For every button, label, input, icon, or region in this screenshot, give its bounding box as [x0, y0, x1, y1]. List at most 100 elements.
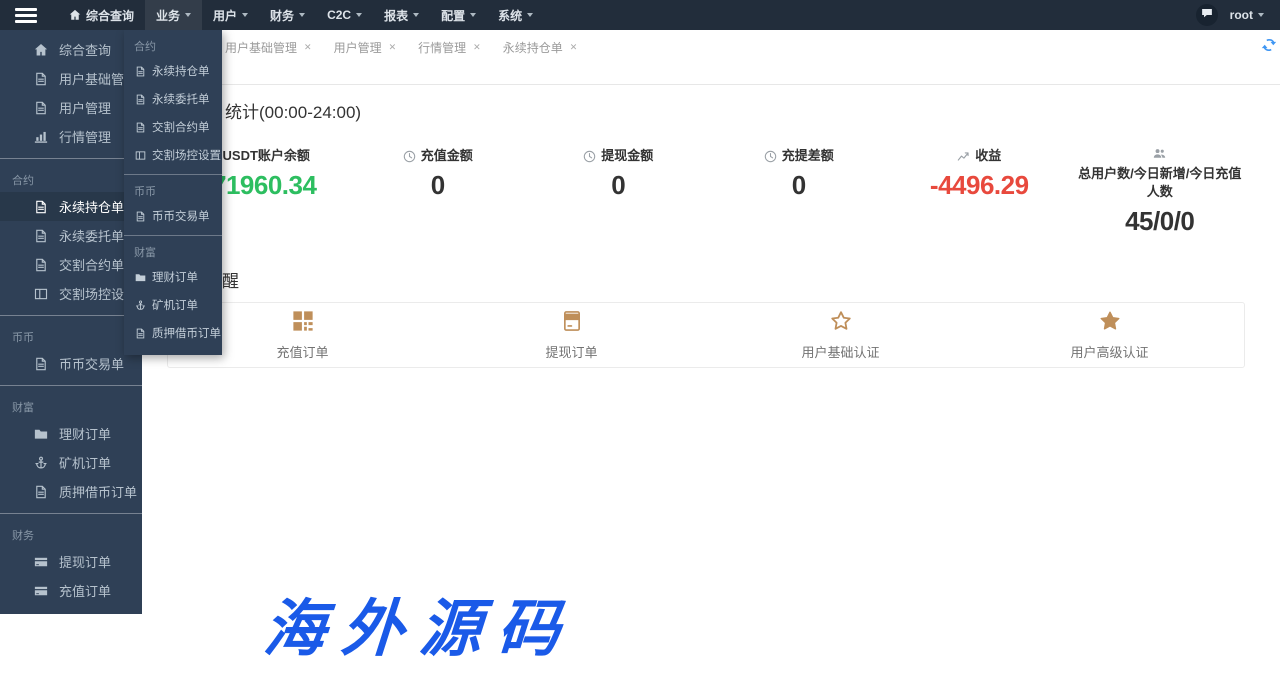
anchor-icon — [33, 456, 48, 470]
sidebar-item[interactable]: 交割合约单 — [0, 250, 142, 279]
sidebar-item[interactable]: 提现订单 — [0, 547, 142, 576]
sidebar-group-4: 财务提现订单充值订单 — [0, 513, 142, 612]
nav-item-2[interactable]: 用户 — [202, 0, 259, 30]
sidebar-item[interactable]: 币币交易单 — [0, 349, 142, 378]
sidebar-group-0: 综合查询用户基础管理用户管理行情管理 — [0, 30, 142, 158]
nav-item-6[interactable]: 配置 — [430, 0, 487, 30]
star-outline-icon — [830, 310, 852, 332]
sidebar-item[interactable]: 充值订单 — [0, 576, 142, 605]
sidebar-item[interactable]: 行情管理 — [0, 122, 142, 151]
dropdown-item[interactable]: 质押借币订单 — [124, 319, 222, 347]
stat-label: 总用户数/今日新增/今日充值人数 — [1070, 147, 1251, 201]
nav-item-label: 系统 — [498, 7, 522, 24]
shortcut-label: 提现订单 — [437, 342, 706, 361]
nav-item-1[interactable]: 业务 — [145, 0, 202, 30]
tab[interactable]: 行情管理 ✕ — [418, 39, 481, 56]
sidebar-group-3: 财富理财订单矿机订单质押借币订单 — [0, 385, 142, 513]
folder-icon — [134, 272, 146, 283]
chevron-down-icon — [242, 13, 248, 17]
columns-icon — [33, 287, 48, 301]
sidebar-item[interactable]: 永续委托单 — [0, 221, 142, 250]
nav-item-label: 财务 — [270, 7, 294, 24]
sidebar-item[interactable]: 交割场控设置 — [0, 279, 142, 308]
stat-label: 充提差额 — [709, 147, 890, 165]
chevron-down-icon — [1258, 13, 1264, 17]
close-icon[interactable]: ✕ — [570, 43, 578, 52]
nav-item-label: C2C — [327, 8, 351, 22]
shortcut-label: 用户高级认证 — [975, 342, 1244, 361]
dropdown-item[interactable]: 永续委托单 — [124, 85, 222, 113]
shortcut-item[interactable]: 提现订单 — [437, 310, 706, 361]
stat-label: 收益 — [889, 147, 1070, 165]
nav-item-label: 综合查询 — [86, 7, 134, 24]
user-menu[interactable]: root — [1230, 8, 1264, 22]
dropdown-group-1: 币币币币交易单 — [124, 174, 222, 235]
close-icon[interactable]: ✕ — [389, 43, 397, 52]
shortcut-label: 用户基础认证 — [706, 342, 975, 361]
stat-label: 充值金额 — [348, 147, 529, 165]
sidebar-toggle-button[interactable] — [0, 0, 52, 30]
file-icon — [33, 485, 48, 499]
dropdown-item-label: 永续持仓单 — [152, 63, 210, 79]
sidebar-item-label: 提现订单 — [59, 552, 111, 571]
file-icon — [134, 66, 146, 77]
top-navbar: 综合查询 业务 用户财务 C2C 报表 配置系统 root — [0, 0, 1280, 30]
sidebar-item-label: 充值订单 — [59, 581, 111, 600]
file-icon — [134, 211, 146, 222]
nav-item-7[interactable]: 系统 — [487, 0, 544, 30]
dropdown-item-label: 质押借币订单 — [152, 325, 221, 341]
shortcut-panel: 充值订单提现订单用户基础认证用户高级认证 — [167, 302, 1245, 368]
sidebar-item[interactable]: 理财订单 — [0, 419, 142, 448]
dropdown-item[interactable]: 交割场控设置 — [124, 141, 222, 169]
sidebar-group-label: 财富 — [0, 391, 142, 419]
nav-item-3[interactable]: 财务 — [259, 0, 316, 30]
dropdown-group-label: 合约 — [124, 31, 222, 57]
tab[interactable]: 永续持仓单✕ — [503, 39, 578, 56]
file-icon — [33, 200, 48, 214]
nav-item-4[interactable]: C2C — [316, 0, 373, 30]
refresh-icon — [1261, 40, 1277, 57]
dropdown-group-label: 币币 — [124, 176, 222, 202]
close-icon[interactable]: ✕ — [473, 43, 481, 52]
dropdown-item-label: 币币交易单 — [152, 208, 210, 224]
dropdown-item[interactable]: 币币交易单 — [124, 202, 222, 230]
tab-label: 行情管理 — [418, 39, 466, 56]
stat-label: 提现金额 — [528, 147, 709, 165]
close-icon[interactable]: ✕ — [304, 43, 312, 52]
card-icon — [33, 584, 48, 598]
nav-item-0[interactable]: 综合查询 — [58, 0, 145, 30]
shortcut-item[interactable]: 用户基础认证 — [706, 310, 975, 361]
tab-label: 用户基础管理 — [225, 39, 297, 56]
sidebar-item[interactable]: 永续持仓单 — [0, 192, 142, 221]
file-icon — [134, 122, 146, 133]
refresh-button[interactable] — [1261, 37, 1277, 53]
dropdown-item[interactable]: 永续持仓单 — [124, 57, 222, 85]
hamburger-icon — [15, 14, 37, 17]
dropdown-item[interactable]: 理财订单 — [124, 263, 222, 291]
shortcut-item[interactable]: 用户高级认证 — [975, 310, 1244, 361]
sidebar-item[interactable]: 用户基础管理 — [0, 64, 142, 93]
tab[interactable]: 用户基础管理 ✕ — [225, 39, 312, 56]
nav-item-label: 业务 — [156, 7, 180, 24]
dropdown-item-label: 永续委托单 — [152, 91, 210, 107]
stat-value: 0 — [348, 170, 529, 201]
home-icon — [69, 9, 81, 21]
nav-item-label: 报表 — [384, 7, 408, 24]
sidebar-item[interactable]: 质押借币订单 — [0, 477, 142, 506]
sidebar-group-1: 合约永续持仓单永续委托单交割合约单交割场控设置 — [0, 158, 142, 315]
sidebar-item[interactable]: 用户管理 — [0, 93, 142, 122]
dropdown-item[interactable]: 矿机订单 — [124, 291, 222, 319]
qrcode-icon — [292, 310, 314, 332]
chat-icon — [1201, 6, 1213, 24]
messages-button[interactable] — [1196, 4, 1218, 26]
nav-item-5[interactable]: 报表 — [373, 0, 430, 30]
dropdown-item[interactable]: 交割合约单 — [124, 113, 222, 141]
navbar-right: root — [1196, 4, 1280, 26]
username-label: root — [1230, 8, 1253, 22]
dropdown-group-0: 合约永续持仓单永续委托单交割合约单交割场控设置 — [124, 30, 222, 174]
sidebar-item[interactable]: 综合查询 — [0, 35, 142, 64]
dropdown-item-label: 交割场控设置 — [152, 147, 221, 163]
sidebar-item-label: 矿机订单 — [59, 453, 111, 472]
sidebar-item[interactable]: 矿机订单 — [0, 448, 142, 477]
tab[interactable]: 用户管理✕ — [334, 39, 397, 56]
